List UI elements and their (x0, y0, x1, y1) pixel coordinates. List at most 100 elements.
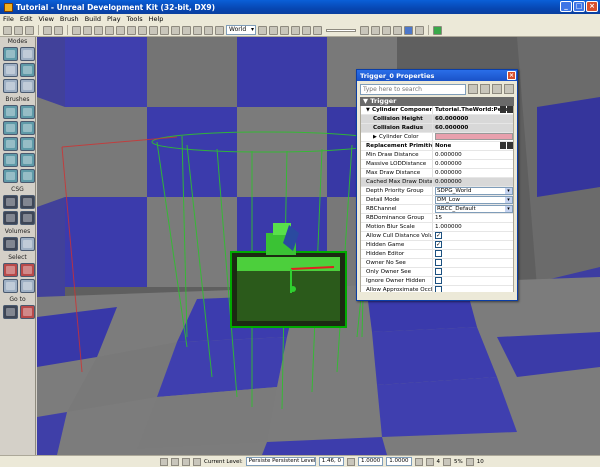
build-paths-icon[interactable] (291, 25, 300, 35)
property-value[interactable]: 15 (433, 214, 513, 222)
menu-tools[interactable]: Tools (127, 15, 143, 23)
location-field[interactable]: 1.46, 0 (318, 457, 345, 466)
sheet-brush-button[interactable] (20, 137, 35, 151)
property-row[interactable]: Allow Approximate Occlusion (361, 286, 513, 292)
property-value[interactable]: RBCC_Default (433, 205, 513, 213)
property-dropdown[interactable]: DM_Low (435, 196, 513, 204)
property-row[interactable]: RBDominance Group 15 (361, 214, 513, 223)
copy-icon[interactable] (492, 84, 503, 94)
geometry-mode-button[interactable] (20, 47, 35, 61)
cube-brush-button[interactable] (3, 105, 18, 119)
realtime-icon[interactable] (313, 25, 322, 35)
current-level-field[interactable]: Persiste Persistent Level.Trigger_0.0000 (245, 457, 316, 466)
property-row[interactable]: ▼ Cylinder Component Tutorial.TheWorld:Per… (361, 106, 513, 115)
property-value[interactable]: ✓ (433, 232, 513, 240)
property-row[interactable]: Max Draw Distance 0.000000 (361, 169, 513, 178)
scale-x-field[interactable]: 1.0000 (358, 457, 384, 466)
property-row[interactable]: Hidden Game ✓ (361, 241, 513, 250)
filter-icon[interactable] (215, 25, 224, 35)
search-icon[interactable] (127, 25, 136, 35)
property-row[interactable]: Owner No See (361, 259, 513, 268)
menu-build[interactable]: Build (85, 15, 101, 23)
property-row[interactable]: Cached Max Draw Distance0.000000 (361, 178, 513, 187)
property-value[interactable]: 60.000000 (433, 124, 513, 132)
grid-icon[interactable] (425, 457, 434, 466)
translate-icon[interactable] (83, 25, 92, 35)
build-geometry-icon[interactable] (269, 25, 278, 35)
redo-icon[interactable] (54, 25, 63, 35)
row-action-buttons[interactable] (500, 106, 513, 113)
play-in-viewport-icon[interactable] (404, 25, 413, 35)
property-value[interactable] (433, 286, 513, 292)
curved-stair-brush-button[interactable] (3, 121, 18, 135)
drag-grid-icon[interactable] (160, 457, 168, 466)
property-row[interactable]: Motion Blur Scale 1.000000 (361, 223, 513, 232)
rotation-grid-icon[interactable] (171, 457, 179, 466)
search-icon[interactable] (468, 84, 479, 94)
menu-file[interactable]: File (3, 15, 14, 23)
property-value[interactable] (433, 259, 513, 267)
mesh-paint-button[interactable] (3, 79, 18, 93)
property-row[interactable]: Only Owner See (361, 268, 513, 277)
matinee-icon[interactable] (182, 25, 191, 35)
property-dropdown[interactable]: SDPG_World (435, 187, 513, 195)
property-row[interactable]: ▶ Cylinder Color (361, 133, 513, 142)
property-row[interactable]: Depth Priority Group SDPG_World (361, 187, 513, 196)
csg-deintersect-button[interactable] (20, 211, 35, 225)
row-action-buttons[interactable] (500, 142, 513, 149)
minimize-button[interactable]: _ (560, 1, 572, 12)
camera-icon[interactable] (138, 25, 147, 35)
property-value[interactable] (433, 133, 513, 141)
lighting-icon[interactable] (258, 25, 267, 35)
property-value[interactable] (433, 268, 513, 276)
cone-brush-button[interactable] (20, 105, 35, 119)
cull-icon[interactable] (371, 25, 380, 35)
invert-selection-button[interactable] (3, 279, 18, 293)
property-checkbox[interactable] (435, 259, 442, 266)
texture-mode-button[interactable] (20, 63, 35, 77)
goto-actor-button[interactable] (3, 305, 18, 319)
menu-play[interactable]: Play (107, 15, 121, 23)
property-value[interactable] (433, 277, 513, 285)
scale-nonuniform-icon[interactable] (116, 25, 125, 35)
property-value[interactable] (433, 250, 513, 258)
property-dropdown[interactable]: RBCC_Default (435, 205, 513, 213)
new-icon[interactable] (3, 25, 12, 35)
menu-view[interactable]: View (38, 15, 53, 23)
properties-window[interactable]: Trigger_0 Properties × ▼ Trigger ▼Cylind… (356, 69, 518, 301)
property-value[interactable]: 60.000000 (433, 115, 513, 123)
autosave-icon[interactable] (193, 457, 201, 466)
property-row[interactable]: Hidden Editor (361, 250, 513, 259)
rotate-snap-icon[interactable] (465, 457, 474, 466)
lock-icon[interactable] (204, 25, 213, 35)
undo-icon[interactable] (43, 25, 52, 35)
open-icon[interactable] (14, 25, 23, 35)
property-checkbox[interactable] (435, 268, 442, 275)
property-row[interactable]: Collision Radius 60.000000 (361, 124, 513, 133)
property-value[interactable]: ✓ (433, 241, 513, 249)
play-on-pc-icon[interactable] (433, 25, 442, 35)
goto-builder-brush-button[interactable] (20, 305, 35, 319)
property-value[interactable]: Tutorial.TheWorld:PersistentLevel.Trigge… (433, 106, 513, 114)
camera-mode-button[interactable] (3, 47, 18, 61)
property-value[interactable]: DM_Low (433, 196, 513, 204)
property-checkbox[interactable] (435, 277, 442, 284)
menu-help[interactable]: Help (149, 15, 164, 23)
select-icon[interactable] (72, 25, 81, 35)
properties-title-bar[interactable]: Trigger_0 Properties × (357, 70, 517, 81)
csg-add-button[interactable] (3, 195, 18, 209)
grid-icon[interactable] (193, 25, 202, 35)
use-selected-icon[interactable] (500, 142, 506, 149)
play-in-editor-icon[interactable] (415, 25, 424, 35)
close-button[interactable]: × (586, 1, 598, 12)
view-icon[interactable] (382, 25, 391, 35)
menu-brush[interactable]: Brush (60, 15, 79, 23)
property-value[interactable]: 0.000000 (433, 160, 513, 168)
terrain-mode-button[interactable] (3, 63, 18, 77)
expand-all-icon[interactable] (504, 84, 514, 94)
tetrahedron-brush-button[interactable] (20, 169, 35, 183)
lock-icon[interactable] (347, 457, 356, 466)
kismet-icon[interactable] (171, 25, 180, 35)
hide-selected-button[interactable] (20, 263, 35, 277)
angle-icon[interactable] (443, 457, 452, 466)
